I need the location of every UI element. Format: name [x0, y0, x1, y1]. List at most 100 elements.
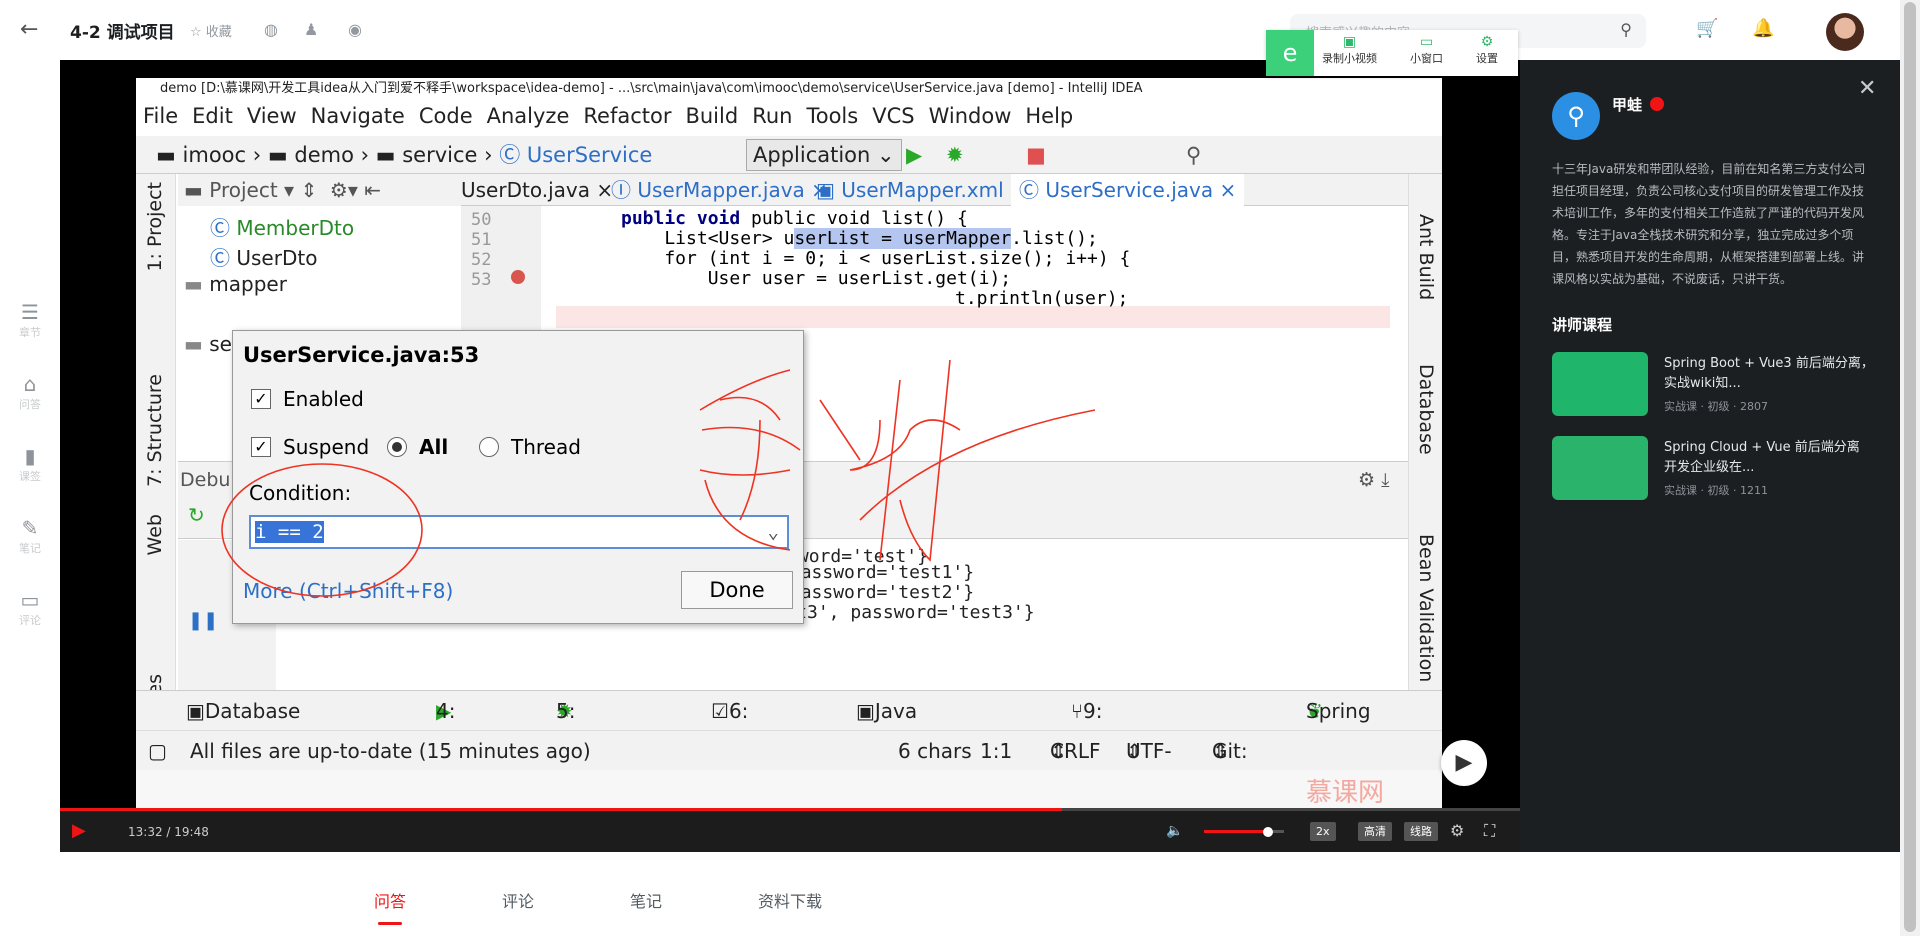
menu-view[interactable]: View — [240, 100, 304, 132]
bean-validation-tab[interactable]: Bean Validation — [1415, 534, 1437, 682]
encoding-select[interactable]: UTF-8⇕ — [1126, 731, 1172, 803]
tab-userservice[interactable]: Ⓒ UserService.java × — [1011, 174, 1245, 206]
rerun-icon[interactable]: ↻ — [188, 503, 205, 527]
bell-icon[interactable]: 🔔 — [1752, 18, 1774, 39]
done-button[interactable]: Done — [681, 571, 793, 609]
project-tool-tab[interactable]: 1: Project — [144, 182, 166, 272]
tab-usermapper[interactable]: Ⓘ UserMapper.java × — [611, 174, 828, 206]
database-tab[interactable]: Database — [1415, 364, 1437, 455]
close-icon[interactable]: ✕ — [1858, 76, 1876, 101]
menu-navigate[interactable]: Navigate — [304, 100, 412, 132]
course-card[interactable]: Spring Boot + Vue3 前后端分离，实战wiki知... 实战课 … — [1552, 352, 1882, 416]
structure-tool-tab[interactable]: 7: Structure — [144, 374, 166, 487]
menu-help[interactable]: Help — [1018, 100, 1080, 132]
collect-button[interactable]: ☆ 收藏 — [190, 21, 232, 40]
line-separator-select[interactable]: CRLF ⇕ — [1050, 731, 1101, 771]
record-video-button[interactable]: ▣ 录制小视频 — [1322, 34, 1377, 66]
tree-item[interactable]: Ⓒ MemberDto — [210, 212, 354, 241]
quality-button[interactable]: 高清 — [1358, 822, 1392, 841]
chevron-down-icon[interactable]: ⌄ — [768, 517, 779, 547]
recorder-settings-button[interactable]: ⚙ 设置 — [1476, 34, 1498, 66]
crumb-userservice[interactable]: UserService — [527, 143, 652, 167]
debug-icon[interactable]: ✹ — [946, 136, 964, 174]
sidebar-item-note[interactable]: ✎ 笔记 — [0, 516, 60, 556]
scrollbar-thumb[interactable] — [1904, 2, 1916, 932]
tab-java-enterprise[interactable]: ▣ Java Enterprise — [856, 691, 978, 763]
dialog-title: UserService.java:53 — [243, 343, 480, 367]
tree-item[interactable]: ▬ se — [184, 332, 232, 356]
menu-vcs[interactable]: VCS — [865, 100, 921, 132]
tree-item[interactable]: Ⓒ UserDto — [210, 242, 317, 271]
gear-icon: ⚙ — [1480, 34, 1494, 50]
back-arrow-icon[interactable]: ← — [20, 17, 38, 42]
volume-knob[interactable] — [1263, 827, 1273, 837]
teacher-name[interactable]: 甲蛙 — [1612, 94, 1642, 115]
play-overlay-button[interactable]: ▶ — [1441, 740, 1487, 786]
course-thumbnail — [1552, 436, 1648, 500]
teacher-avatar[interactable]: ⚲ — [1552, 92, 1600, 140]
tree-item[interactable]: ▬ mapper — [184, 272, 287, 296]
cart-icon[interactable]: 🛒 — [1696, 18, 1718, 39]
sidebar-item-comment[interactable]: ▭ 评论 — [0, 588, 60, 628]
sidebar-item-tag[interactable]: ▮ 课签 — [0, 444, 60, 484]
page-scrollbar[interactable] — [1900, 0, 1920, 936]
menu-edit[interactable]: Edit — [185, 100, 240, 132]
play-icon[interactable]: ▶ — [72, 820, 86, 841]
search-everywhere-icon[interactable]: ⚲ — [1186, 136, 1201, 174]
menu-tools[interactable]: Tools — [799, 100, 865, 132]
comment-icon: ▭ — [20, 588, 40, 612]
tab-usermapper-xml[interactable]: ▣ UserMapper.xml × — [816, 174, 1027, 206]
gear-icon[interactable]: ⚙ ⤓ — [1358, 462, 1389, 498]
tab-qa[interactable]: 问答 — [374, 888, 406, 912]
more-link[interactable]: More (Ctrl+Shift+F8) — [243, 579, 453, 603]
qq-icon[interactable]: ♟ — [304, 20, 318, 39]
weibo-icon[interactable]: ◉ — [348, 20, 362, 39]
menu-window[interactable]: Window — [922, 100, 1019, 132]
tab-downloads[interactable]: 资料下载 — [758, 888, 822, 912]
tab-todo[interactable]: ☑ 6: TODO — [711, 691, 788, 763]
wechat-icon[interactable]: ◍ — [264, 20, 278, 39]
sidebar-item-chapter[interactable]: ☰ 章节 — [0, 300, 60, 340]
git-branch-select[interactable]: Git: master ⇕ — [1212, 731, 1283, 803]
menu-run[interactable]: Run — [745, 100, 799, 132]
course-card[interactable]: Spring Cloud + Vue 前后端分离 开发企业级在... 实战课 ·… — [1552, 436, 1882, 500]
crumb-service[interactable]: service — [402, 143, 477, 167]
menu-refactor[interactable]: Refactor — [576, 100, 678, 132]
pause-icon[interactable]: ❚❚ — [188, 610, 218, 631]
ide-breadcrumb: ▬ imooc › ▬ demo › ▬ service › Ⓒ UserSer… — [136, 136, 1442, 174]
stop-icon[interactable]: ■ — [1026, 136, 1046, 174]
suspend-thread-radio[interactable] — [479, 437, 499, 457]
search-icon[interactable]: ⚲ — [1620, 20, 1632, 39]
suspend-all-radio[interactable] — [387, 437, 407, 457]
enabled-checkbox[interactable]: ✓ — [251, 389, 271, 409]
mini-window-button[interactable]: ▭ 小窗口 — [1410, 34, 1443, 66]
volume-icon[interactable]: 🔈 — [1166, 823, 1183, 839]
breakpoint-icon[interactable] — [511, 270, 525, 284]
tab-notes[interactable]: 笔记 — [630, 888, 662, 912]
menu-build[interactable]: Build — [678, 100, 745, 132]
avatar[interactable] — [1826, 13, 1864, 51]
folder-icon: ▬ — [156, 143, 183, 167]
menu-file[interactable]: File — [136, 100, 185, 132]
crumb-demo[interactable]: demo — [294, 143, 354, 167]
speed-button[interactable]: 2x — [1310, 822, 1336, 841]
volume-slider[interactable] — [1204, 827, 1284, 837]
condition-input[interactable]: i == 2 ⌄ — [249, 515, 789, 549]
fullscreen-icon[interactable]: ⛶ — [1484, 821, 1495, 841]
crumb-imooc[interactable]: imooc — [183, 143, 247, 167]
run-config-select[interactable]: Application ⌄ — [746, 139, 902, 171]
tab-database-console[interactable]: ▣ Database Console — [186, 691, 300, 763]
line-button[interactable]: 线路 — [1404, 822, 1438, 841]
menu-code[interactable]: Code — [412, 100, 480, 132]
tab-userdto[interactable]: UserDto.java × — [461, 174, 613, 206]
tab-version-control[interactable]: ⑂ 9: Version Control — [1071, 691, 1157, 803]
thread-label: Thread — [511, 435, 581, 459]
ant-build-tab[interactable]: Ant Build — [1415, 214, 1437, 300]
web-tool-tab[interactable]: Web — [144, 514, 166, 555]
menu-analyze[interactable]: Analyze — [480, 100, 577, 132]
sidebar-item-qa[interactable]: ⌂ 问答 — [0, 372, 60, 412]
settings-icon[interactable]: ⚙ — [1450, 821, 1464, 840]
suspend-checkbox[interactable]: ✓ — [251, 437, 271, 457]
tab-comments[interactable]: 评论 — [502, 888, 534, 912]
run-icon[interactable]: ▶ — [906, 136, 922, 174]
